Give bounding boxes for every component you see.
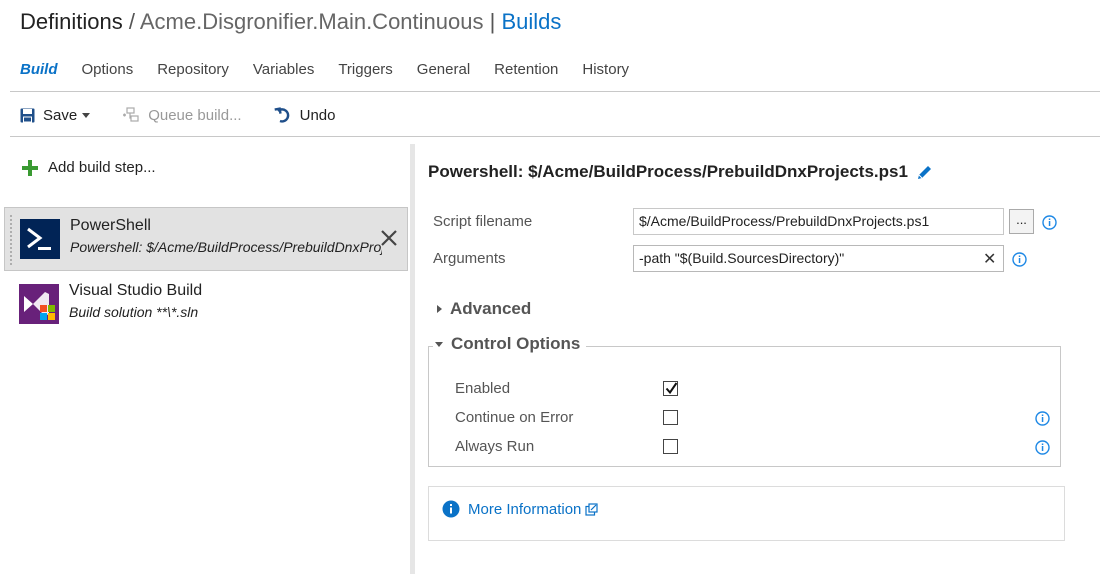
always-run-checkbox[interactable] [663, 439, 678, 454]
continue-on-error-label: Continue on Error [455, 409, 574, 426]
tab-variables[interactable]: Variables [253, 61, 314, 78]
tab-build[interactable]: Build [20, 61, 58, 78]
builds-link[interactable]: Builds [501, 9, 561, 34]
step-name: Visual Studio Build [69, 282, 203, 299]
script-filename-label: Script filename [433, 213, 533, 230]
definition-name: Acme.Disgronifier.Main.Continuous [139, 9, 484, 34]
arguments-input[interactable]: -path "$(Build.SourcesDirectory)" [633, 245, 1004, 272]
external-link-icon [585, 502, 598, 516]
build-steps-pane: Add build step... PowerShell Powershell:… [0, 137, 410, 574]
save-label: Save [43, 106, 78, 124]
step-description: Build solution **\*.sln [69, 304, 199, 320]
add-build-step-button[interactable]: Add build step... [22, 159, 156, 176]
pencil-icon[interactable] [916, 164, 933, 181]
undo-label: Undo [299, 106, 336, 124]
build-step-powershell[interactable]: PowerShell Powershell: $/Acme/BuildProce… [4, 207, 408, 271]
toolbar: Save Queue build... Undo [20, 106, 367, 124]
info-icon[interactable] [1042, 215, 1057, 230]
pane-splitter[interactable] [410, 144, 415, 574]
plus-icon [22, 159, 38, 176]
step-detail-title: Powershell: $/Acme/BuildProcess/Prebuild… [428, 162, 933, 182]
build-step-visual-studio[interactable]: Visual Studio Build Build solution **\*.… [4, 273, 408, 337]
browse-button[interactable]: ... [1009, 209, 1034, 234]
queue-build-button[interactable]: Queue build... [122, 106, 242, 124]
chevron-down-icon [435, 341, 443, 347]
info-icon[interactable] [1035, 440, 1050, 455]
control-options-label: Control Options [451, 334, 581, 353]
title-pipe: | [489, 9, 496, 34]
more-information-label: More Information [468, 500, 582, 518]
more-information-link[interactable]: More Information [442, 500, 598, 518]
always-run-label: Always Run [455, 438, 535, 455]
step-detail-title-text: Powershell: $/Acme/BuildProcess/Prebuild… [428, 162, 908, 181]
chevron-down-icon[interactable] [82, 112, 91, 118]
breadcrumb-definitions[interactable]: Definitions [20, 9, 123, 34]
tab-retention[interactable]: Retention [494, 61, 558, 78]
enabled-checkbox[interactable] [663, 381, 678, 396]
tab-history[interactable]: History [582, 61, 629, 78]
script-filename-input[interactable]: $/Acme/BuildProcess/PrebuildDnxProjects.… [633, 208, 1004, 235]
arguments-value: -path "$(Build.SourcesDirectory)" [639, 250, 845, 266]
clear-icon[interactable]: ✕ [983, 249, 996, 269]
definition-tabs: Build Options Repository Variables Trigg… [20, 61, 653, 78]
control-options-toggle[interactable]: Control Options [433, 334, 587, 354]
queue-build-icon [122, 107, 140, 123]
visual-studio-icon [19, 284, 59, 324]
save-button[interactable]: Save [20, 106, 91, 124]
tab-triggers[interactable]: Triggers [338, 61, 392, 78]
advanced-label: Advanced [450, 299, 532, 318]
arguments-label: Arguments [433, 250, 506, 267]
advanced-section-toggle[interactable]: Advanced [437, 299, 531, 319]
floppy-disk-icon [20, 108, 35, 123]
tabs-divider [10, 91, 1100, 92]
enabled-label: Enabled [455, 380, 511, 397]
close-icon[interactable] [379, 228, 399, 248]
tab-options[interactable]: Options [82, 61, 134, 78]
step-description: Powershell: $/Acme/BuildProcess/Prebuild… [70, 239, 382, 255]
powershell-icon [20, 219, 60, 259]
step-name: PowerShell [70, 217, 151, 234]
info-filled-icon [442, 500, 460, 518]
breadcrumb-separator: / [128, 9, 135, 34]
add-build-step-label: Add build step... [48, 159, 156, 176]
page-title: Definitions / Acme.Disgronifier.Main.Con… [20, 9, 561, 35]
tab-general[interactable]: General [417, 61, 470, 78]
undo-button[interactable]: Undo [274, 106, 336, 124]
queue-build-label: Queue build... [148, 106, 242, 124]
drag-handle[interactable] [9, 214, 13, 266]
info-icon[interactable] [1035, 411, 1050, 426]
checkmark-icon [665, 382, 678, 395]
info-icon[interactable] [1012, 252, 1027, 267]
undo-icon [274, 106, 292, 124]
continue-on-error-checkbox[interactable] [663, 410, 678, 425]
tab-repository[interactable]: Repository [157, 61, 229, 78]
chevron-right-icon [437, 305, 442, 313]
